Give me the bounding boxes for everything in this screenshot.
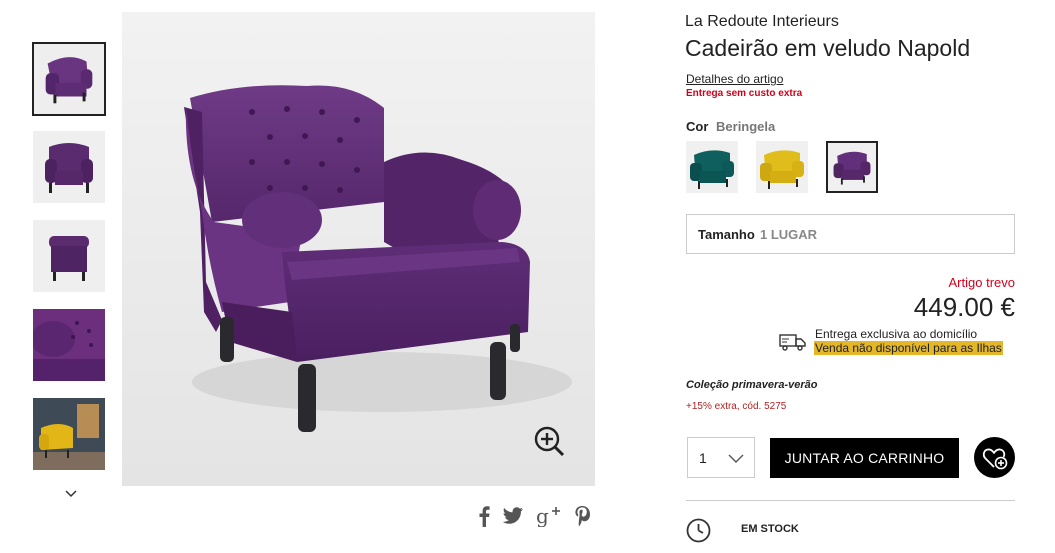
color-swatch-yellow[interactable] [756, 141, 808, 193]
zoom-in-icon[interactable] [533, 425, 565, 457]
chevron-down-icon [728, 454, 744, 463]
wishlist-button[interactable] [974, 437, 1015, 478]
heart-plus-icon [982, 448, 1008, 470]
color-label-text: Cor [686, 119, 709, 134]
quantity-value: 1 [699, 450, 707, 466]
size-value: 1 LUGAR [760, 227, 818, 242]
truck-icon [779, 334, 806, 351]
clock-icon [686, 518, 711, 543]
shipping-islands-notice: Venda não disponível para as Ilhas [814, 341, 1003, 355]
thumbnail-back[interactable] [33, 220, 105, 292]
main-product-image[interactable] [122, 12, 595, 486]
google-plus-icon[interactable]: g [536, 505, 562, 527]
add-to-cart-button[interactable]: JUNTAR AO CARRINHO [770, 438, 959, 478]
collection-label: Coleção primavera-verão [686, 379, 818, 391]
quantity-select[interactable]: 1 [687, 437, 755, 478]
share-bar: g [478, 503, 590, 529]
product-brand: La Redoute Interieurs [685, 13, 839, 30]
product-details-link[interactable]: Detalhes do artigo [686, 72, 783, 86]
size-label: Tamanho [698, 227, 755, 242]
divider [686, 500, 1015, 501]
price-note: Artigo trevo [948, 275, 1015, 290]
product-page: g La Redoute Interieurs Cadeirão em velu… [0, 0, 1055, 553]
size-selector[interactable]: Tamanho 1 LUGAR [686, 214, 1015, 254]
stock-status: EM STOCK [741, 523, 799, 535]
svg-text:g: g [536, 505, 549, 527]
thumbnail-front[interactable] [32, 42, 106, 116]
shipping-exclusive-home: Entrega exclusiva ao domicílio [815, 327, 978, 341]
pinterest-icon[interactable] [574, 505, 590, 527]
free-delivery-notice: Entrega sem custo extra [686, 88, 803, 99]
product-title: Cadeirão em veludo Napold [685, 35, 971, 61]
facebook-icon[interactable] [478, 505, 490, 527]
color-swatch-purple[interactable] [826, 141, 878, 193]
thumbnail-front-2[interactable] [33, 131, 105, 203]
color-swatch-teal[interactable] [686, 141, 738, 193]
chevron-down-icon[interactable] [63, 486, 79, 502]
twitter-icon[interactable] [502, 507, 524, 525]
promo-code: +15% extra, cód. 5275 [686, 401, 787, 412]
product-price: 449.00 € [913, 292, 1015, 322]
thumbnail-detail[interactable] [33, 309, 105, 381]
color-label: Cor Beringela [686, 119, 775, 134]
color-selected-value: Beringela [716, 119, 776, 134]
thumbnail-yellow-room[interactable] [33, 398, 105, 470]
